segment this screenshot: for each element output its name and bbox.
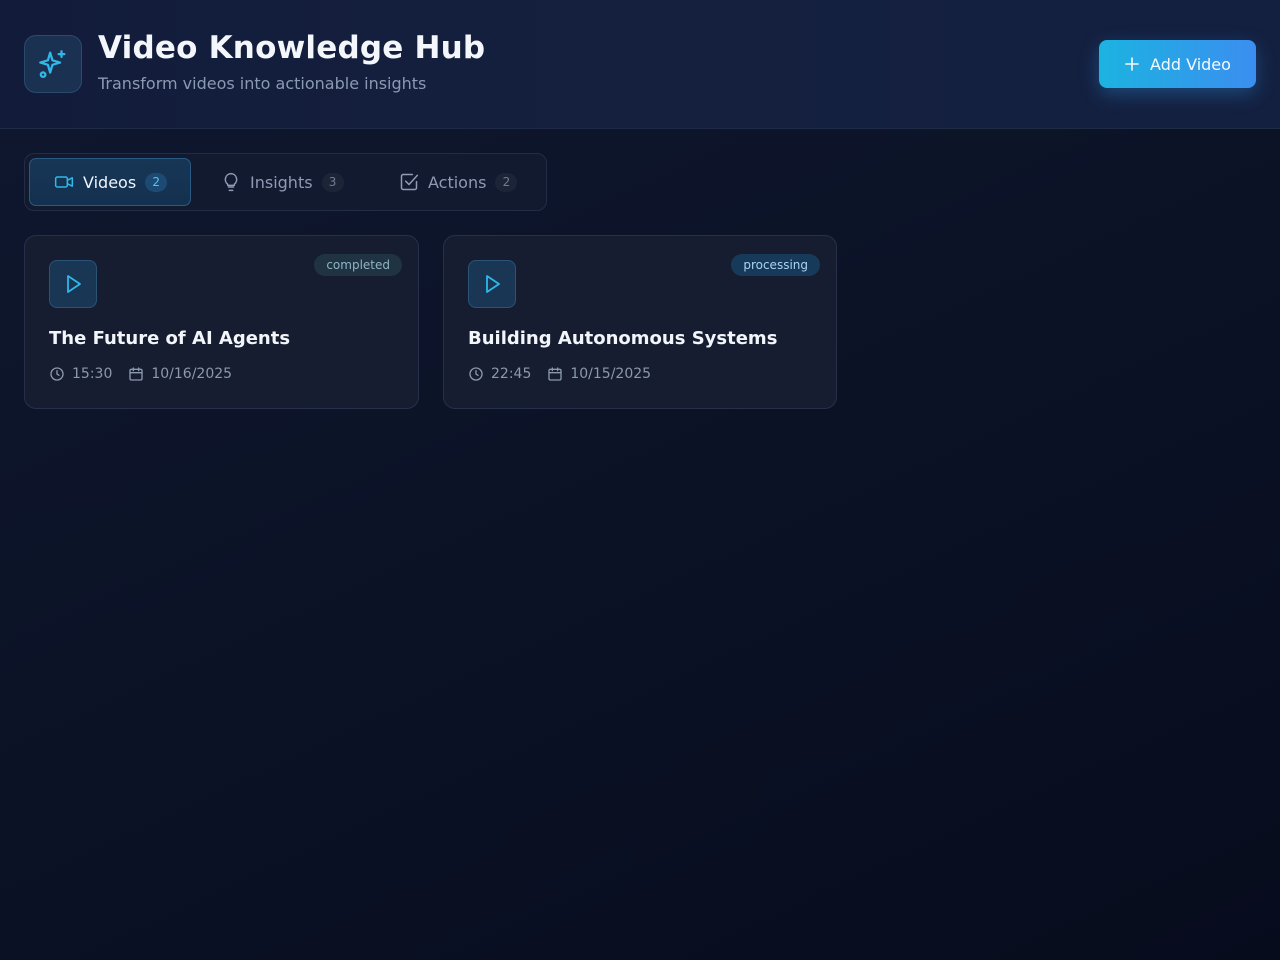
date-value: 10/15/2025 — [570, 366, 652, 382]
lightbulb-icon — [224, 172, 238, 192]
app-logo — [24, 35, 82, 93]
tab-bar: Videos 2 Insights 3 Actions 2 — [24, 153, 547, 211]
play-icon — [486, 275, 500, 293]
play-icon — [67, 275, 81, 293]
page-title: Video Knowledge Hub — [98, 30, 486, 66]
video-title: Building Autonomous Systems — [468, 328, 778, 349]
date-value: 10/16/2025 — [151, 366, 233, 382]
date: 10/16/2025 — [128, 366, 232, 382]
tab-videos-label: Videos — [83, 172, 137, 192]
sparkles-icon — [39, 50, 66, 79]
tab-insights[interactable]: Insights 3 — [197, 158, 359, 206]
check-square-icon — [400, 173, 419, 191]
clock-icon — [50, 367, 64, 381]
calendar-icon — [548, 367, 563, 381]
video-meta: 15:30 10/16/2025 — [49, 366, 248, 382]
duration: 22:45 — [468, 366, 531, 382]
add-video-label: Add Video — [1150, 54, 1231, 74]
tab-insights-count: 3 — [321, 172, 344, 192]
video-card[interactable]: completed The Future of AI Agents 15:30 … — [24, 235, 419, 409]
status-badge: processing — [731, 254, 820, 276]
video-card[interactable]: processing Building Autonomous Systems 2… — [443, 235, 837, 409]
status-badge: completed — [314, 254, 402, 276]
date: 10/15/2025 — [547, 366, 651, 382]
tab-videos-count: 2 — [145, 172, 168, 192]
video-title: The Future of AI Agents — [49, 328, 291, 349]
duration-value: 15:30 — [72, 366, 113, 382]
add-video-button[interactable]: Add Video — [1099, 40, 1256, 88]
tab-actions-count: 2 — [495, 172, 518, 192]
plus-icon — [1125, 57, 1139, 71]
video-meta: 22:45 10/15/2025 — [468, 366, 667, 382]
play-button[interactable] — [468, 260, 516, 308]
tab-videos[interactable]: Videos 2 — [29, 158, 191, 206]
calendar-icon — [129, 367, 144, 381]
clock-icon — [469, 367, 483, 381]
duration: 15:30 — [49, 366, 112, 382]
page-subtitle: Transform videos into actionable insight… — [98, 74, 427, 93]
video-camera-icon — [54, 176, 74, 188]
tab-actions[interactable]: Actions 2 — [377, 158, 539, 206]
app-header: Video Knowledge Hub Transform videos int… — [0, 0, 1280, 129]
tab-insights-label: Insights — [250, 172, 313, 192]
tab-actions-label: Actions — [428, 172, 487, 192]
play-button[interactable] — [49, 260, 97, 308]
duration-value: 22:45 — [491, 366, 532, 382]
